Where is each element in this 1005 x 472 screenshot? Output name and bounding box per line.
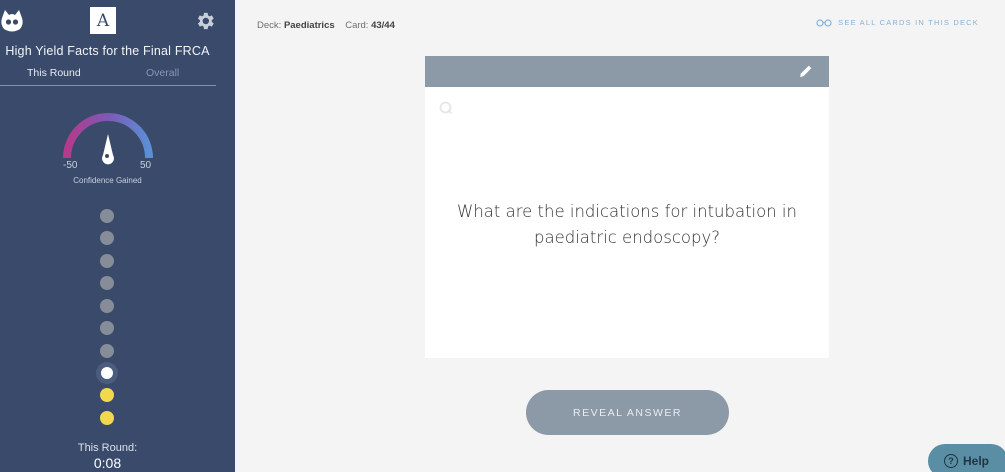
progress-dot xyxy=(100,388,114,402)
mascot-icon[interactable] xyxy=(0,8,24,34)
gauge-max: 50 xyxy=(140,160,152,171)
card-position: 43/44 xyxy=(371,20,395,31)
edit-pencil-icon[interactable] xyxy=(799,64,813,78)
progress-dot xyxy=(100,299,114,313)
gauge-min: -50 xyxy=(63,160,78,171)
help-question-icon: ? xyxy=(944,454,958,468)
see-all-cards-link[interactable]: SEE ALL CARDS IN THIS DECK xyxy=(816,18,979,27)
question-q-icon xyxy=(439,101,453,115)
gauge-label: Confidence Gained xyxy=(73,176,142,185)
deck-prefix: Deck: xyxy=(257,20,282,31)
tab-overall[interactable]: Overall xyxy=(146,67,179,79)
glasses-icon xyxy=(816,18,832,27)
progress-dot xyxy=(100,231,114,245)
deck-title: High Yield Facts for the Final FRCA xyxy=(5,44,210,58)
round-timer-value: 0:08 xyxy=(93,455,122,471)
stats-tabs: This Round Overall xyxy=(0,67,216,86)
deck-info: Deck: Paediatrics Card: 43/44 xyxy=(257,20,395,31)
progress-dot xyxy=(100,209,114,223)
card-header xyxy=(425,56,829,87)
round-timer-label: This Round: xyxy=(77,442,138,454)
gauge-needle-icon xyxy=(102,134,114,165)
progress-dot xyxy=(100,411,114,425)
gear-icon[interactable] xyxy=(194,10,216,32)
deck-name: Paediatrics xyxy=(283,20,335,31)
progress-dot xyxy=(100,344,114,358)
progress-dot xyxy=(100,254,114,268)
progress-dot-current xyxy=(101,367,113,379)
question-text: What are the indications for intubation … xyxy=(457,202,797,247)
reveal-answer-button[interactable]: REVEAL ANSWER xyxy=(526,390,729,435)
tab-this-round[interactable]: This Round xyxy=(27,67,81,79)
card-prefix: Card: xyxy=(345,20,369,31)
sidebar: A High Yield Facts for the Final FRCA Th… xyxy=(0,0,235,472)
see-all-cards-label: SEE ALL CARDS IN THIS DECK xyxy=(838,18,979,27)
logo-icon[interactable]: A xyxy=(90,7,116,34)
help-label: Help xyxy=(963,454,990,468)
flashcard: What are the indications for intubation … xyxy=(425,56,829,358)
help-button[interactable]: ? Help xyxy=(928,444,1005,472)
progress-dot xyxy=(100,276,114,290)
progress-dot xyxy=(100,321,114,335)
